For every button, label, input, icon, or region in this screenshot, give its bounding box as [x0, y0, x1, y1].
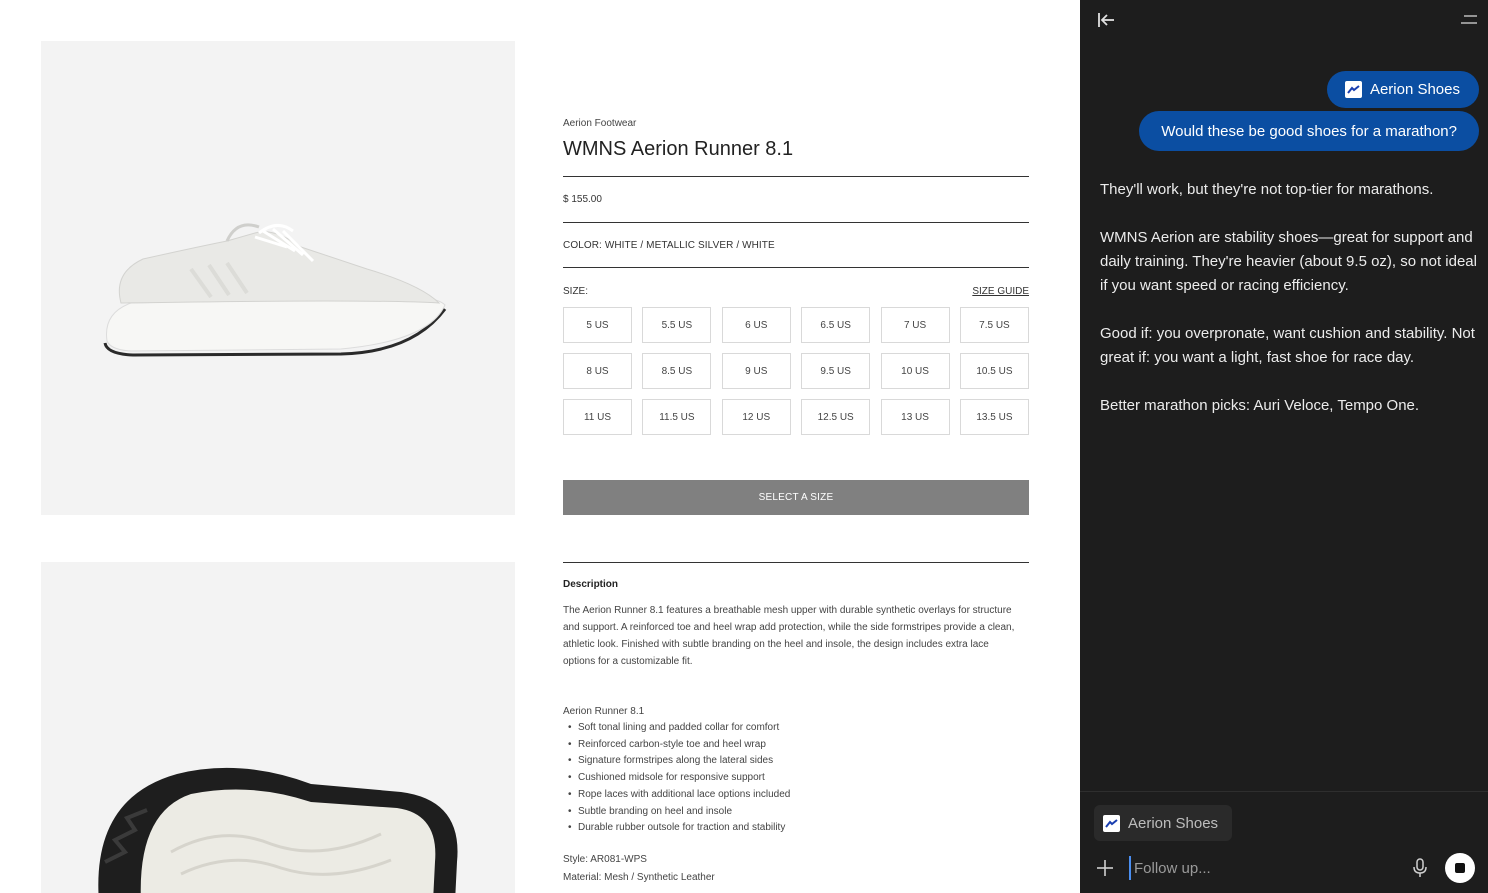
- collapse-panel-icon[interactable]: [1096, 10, 1116, 30]
- feature-item: Signature formstripes along the lateral …: [563, 753, 790, 770]
- description-text: The Aerion Runner 8.1 features a breatha…: [563, 605, 1015, 667]
- size-option[interactable]: 7 US: [880, 307, 950, 343]
- size-option[interactable]: 12 US: [721, 399, 791, 435]
- features-heading: Aerion Runner 8.1: [563, 706, 645, 717]
- assistant-panel: Aerion Shoes Would these be good shoes f…: [1080, 0, 1488, 893]
- menu-icon[interactable]: [1460, 11, 1478, 29]
- shoe-side-image: [103, 223, 447, 357]
- product-page: Aerion Footwear WMNS Aerion Runner 8.1 $…: [0, 0, 1080, 893]
- select-size-button[interactable]: SELECT A SIZE: [563, 480, 1029, 515]
- size-option[interactable]: 10 US: [880, 353, 950, 389]
- product-style-code: Style: AR081-WPS: [563, 854, 647, 865]
- size-option[interactable]: 9 US: [721, 353, 791, 389]
- divider: [563, 222, 1029, 223]
- composer-divider: [1080, 791, 1488, 792]
- stop-icon: [1455, 863, 1465, 873]
- user-message: Would these be good shoes for a marathon…: [1139, 111, 1479, 151]
- assistant-answer: They'll work, but they're not top-tier f…: [1100, 178, 1478, 442]
- divider: [563, 267, 1029, 268]
- answer-paragraph: WMNS Aerion are stability shoes—great fo…: [1100, 229, 1477, 294]
- product-color: COLOR: WHITE / METALLIC SILVER / WHITE: [563, 240, 775, 251]
- answer-paragraph: Good if: you overpronate, want cushion a…: [1100, 325, 1475, 366]
- size-option[interactable]: 10.5 US: [959, 353, 1029, 389]
- size-guide-link[interactable]: SIZE GUIDE: [972, 286, 1029, 297]
- user-message-text: Would these be good shoes for a marathon…: [1161, 122, 1457, 140]
- feature-item: Durable rubber outsole for traction and …: [563, 820, 790, 837]
- size-label: SIZE:: [563, 286, 589, 297]
- answer-paragraph: They'll work, but they're not top-tier f…: [1100, 181, 1434, 198]
- product-image-side[interactable]: [41, 41, 515, 515]
- size-option[interactable]: 11 US: [563, 399, 632, 435]
- size-option[interactable]: 11.5 US: [642, 399, 712, 435]
- feature-item: Subtle branding on heel and insole: [563, 804, 790, 821]
- size-option[interactable]: 12.5 US: [801, 399, 871, 435]
- composer-context-chip[interactable]: Aerion Shoes: [1094, 805, 1233, 841]
- size-option[interactable]: 5 US: [563, 307, 632, 343]
- feature-item: Rope laces with additional lace options …: [563, 787, 790, 804]
- plus-icon[interactable]: [1096, 859, 1114, 877]
- size-option[interactable]: 8 US: [563, 353, 632, 389]
- context-chip-label: Aerion Shoes: [1369, 81, 1460, 98]
- feature-item: Cushioned midsole for responsive support: [563, 770, 790, 787]
- description-heading: Description: [563, 579, 619, 590]
- stop-button[interactable]: [1445, 853, 1475, 883]
- product-title: WMNS Aerion Runner 8.1: [563, 138, 794, 160]
- product-price: $ 155.00: [563, 194, 602, 205]
- aerion-logo-icon: [1103, 814, 1120, 832]
- divider: [563, 176, 1029, 177]
- size-grid: 5 US 5.5 US 6 US 6.5 US 7 US 7.5 US 8 US…: [563, 307, 1029, 435]
- size-option[interactable]: 6 US: [721, 307, 791, 343]
- microphone-icon[interactable]: [1411, 858, 1429, 878]
- size-option[interactable]: 7.5 US: [959, 307, 1029, 343]
- size-option[interactable]: 8.5 US: [642, 353, 712, 389]
- aerion-logo-icon: [1344, 81, 1362, 98]
- product-material: Material: Mesh / Synthetic Leather: [563, 872, 715, 883]
- composer-chip-label: Aerion Shoes: [1128, 814, 1219, 832]
- product-image-sole[interactable]: [41, 562, 515, 893]
- size-option[interactable]: 13.5 US: [959, 399, 1029, 435]
- size-option[interactable]: 9.5 US: [801, 353, 871, 389]
- feature-item: Soft tonal lining and padded collar for …: [563, 720, 790, 737]
- feature-item: Reinforced carbon-style toe and heel wra…: [563, 737, 790, 754]
- context-chip-message[interactable]: Aerion Shoes: [1326, 71, 1479, 108]
- shoe-sole-image: [98, 767, 458, 893]
- size-option[interactable]: 6.5 US: [801, 307, 871, 343]
- size-option[interactable]: 13 US: [880, 399, 950, 435]
- follow-up-input[interactable]: [1129, 856, 1399, 880]
- size-option[interactable]: 5.5 US: [642, 307, 712, 343]
- features-list: Soft tonal lining and padded collar for …: [563, 720, 790, 837]
- divider: [563, 562, 1029, 563]
- answer-paragraph: Better marathon picks: Auri Veloce, Temp…: [1100, 397, 1420, 414]
- brand-name: Aerion Footwear: [563, 118, 637, 129]
